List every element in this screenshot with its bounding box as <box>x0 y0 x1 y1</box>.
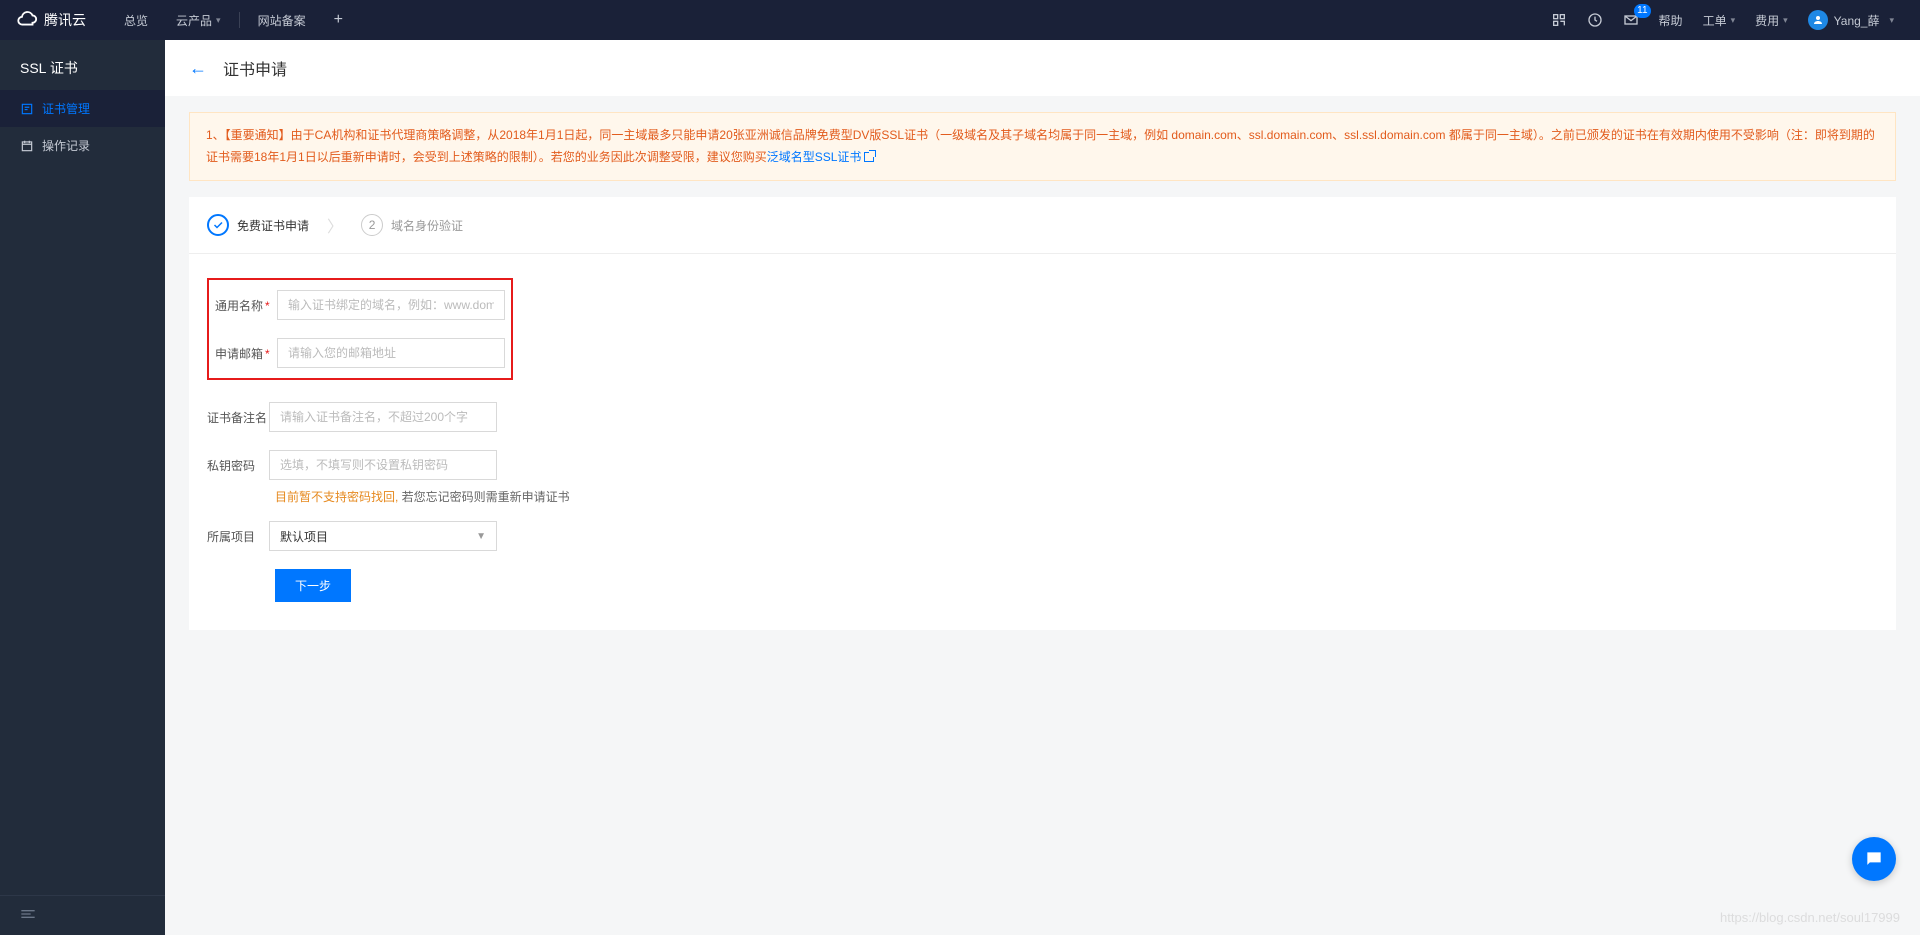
collapse-icon[interactable] <box>20 908 36 920</box>
step-arrow-icon: 〉 <box>327 213 343 237</box>
password-hint-warn: 目前暂不支持密码找回, <box>275 490 398 504</box>
nav-user[interactable]: Yang_薛 <box>1798 0 1904 40</box>
step-2-circle: 2 <box>361 214 383 236</box>
nav-divider <box>239 12 240 28</box>
input-password[interactable] <box>269 450 497 480</box>
select-project[interactable]: 默认项目 ▼ <box>269 521 497 551</box>
form-card: 免费证书申请 〉 2 域名身份验证 通用名称* <box>189 197 1896 630</box>
chat-fab[interactable] <box>1852 837 1896 881</box>
label-email: 申请邮箱* <box>215 345 277 362</box>
highlighted-fields: 通用名称* 申请邮箱* <box>207 278 513 380</box>
step-2: 2 域名身份验证 <box>361 214 463 236</box>
sidebar-item-label: 操作记录 <box>42 137 90 154</box>
nav-overview[interactable]: 总览 <box>110 0 162 40</box>
brand-logo[interactable]: 腾讯云 <box>16 9 86 31</box>
next-button[interactable]: 下一步 <box>275 569 351 602</box>
select-project-value: 默认项目 <box>280 528 328 545</box>
label-project: 所属项目 <box>207 528 269 545</box>
sidebar: SSL 证书 证书管理 操作记录 <box>0 40 165 935</box>
label-password: 私钥密码 <box>207 457 269 474</box>
brand-text: 腾讯云 <box>44 10 86 30</box>
row-common-name: 通用名称* <box>215 290 505 320</box>
label-common-name: 通用名称* <box>215 297 277 314</box>
scan-icon <box>1551 12 1567 28</box>
password-hint: 目前暂不支持密码找回, 若您忘记密码则需重新申请证书 <box>275 488 1878 505</box>
main-content: ← 证书申请 1、【重要通知】由于CA机构和证书代理商策略调整，从2018年1月… <box>165 40 1920 935</box>
nav-help[interactable]: 帮助 <box>1649 0 1693 40</box>
step-2-label: 域名身份验证 <box>391 217 463 234</box>
nav-products[interactable]: 云产品 <box>162 0 235 40</box>
chevron-down-icon: ▼ <box>476 531 486 542</box>
cert-form: 通用名称* 申请邮箱* 证书备注名 私钥密码 <box>189 254 1896 630</box>
calendar-icon <box>20 139 34 153</box>
row-email: 申请邮箱* <box>215 338 505 368</box>
row-project: 所属项目 默认项目 ▼ <box>207 521 1878 551</box>
nav-fees[interactable]: 费用 <box>1745 0 1798 40</box>
sidebar-item-cert-manage[interactable]: 证书管理 <box>0 90 165 127</box>
top-navbar: 腾讯云 总览 云产品 网站备案 + 11 帮助 工单 费用 Yang_薛 <box>0 0 1920 40</box>
input-email[interactable] <box>277 338 505 368</box>
external-link-icon <box>864 152 874 162</box>
notice-text: 1、【重要通知】由于CA机构和证书代理商策略调整，从2018年1月1日起，同一主… <box>206 128 1875 164</box>
nav-beian[interactable]: 网站备案 <box>244 0 320 40</box>
nav-add[interactable]: + <box>320 0 357 40</box>
notice-banner: 1、【重要通知】由于CA机构和证书代理商策略调整，从2018年1月1日起，同一主… <box>189 112 1896 181</box>
step-1-label: 免费证书申请 <box>237 217 309 234</box>
row-note: 证书备注名 <box>207 402 1878 432</box>
step-1-circle <box>207 214 229 236</box>
row-password: 私钥密码 <box>207 450 1878 480</box>
label-note: 证书备注名 <box>207 409 269 426</box>
check-icon <box>212 219 224 231</box>
notice-link[interactable]: 泛域名型SSL证书 <box>767 150 862 164</box>
chat-icon <box>1864 849 1884 869</box>
nav-messages[interactable]: 11 <box>1613 0 1649 40</box>
back-button[interactable]: ← <box>189 58 207 79</box>
sidebar-footer <box>0 895 165 935</box>
page-header: ← 证书申请 <box>165 40 1920 96</box>
avatar <box>1808 10 1828 30</box>
sidebar-title: SSL 证书 <box>0 40 165 90</box>
user-icon <box>1812 14 1824 26</box>
input-common-name[interactable] <box>277 290 505 320</box>
steps-bar: 免费证书申请 〉 2 域名身份验证 <box>189 197 1896 254</box>
clock-icon <box>1587 12 1603 28</box>
password-hint-rest: 若您忘记密码则需重新申请证书 <box>398 490 569 504</box>
cloud-icon <box>16 9 38 31</box>
page-title: 证书申请 <box>223 56 287 80</box>
username: Yang_薛 <box>1834 12 1880 29</box>
cert-icon <box>20 102 34 116</box>
sidebar-item-label: 证书管理 <box>42 100 90 117</box>
step-1: 免费证书申请 <box>207 214 309 236</box>
sidebar-item-operation-log[interactable]: 操作记录 <box>0 127 165 164</box>
submit-row: 下一步 <box>275 569 1878 602</box>
input-note[interactable] <box>269 402 497 432</box>
nav-history-icon[interactable] <box>1577 0 1613 40</box>
nav-scan-icon[interactable] <box>1541 0 1577 40</box>
nav-tickets[interactable]: 工单 <box>1693 0 1746 40</box>
